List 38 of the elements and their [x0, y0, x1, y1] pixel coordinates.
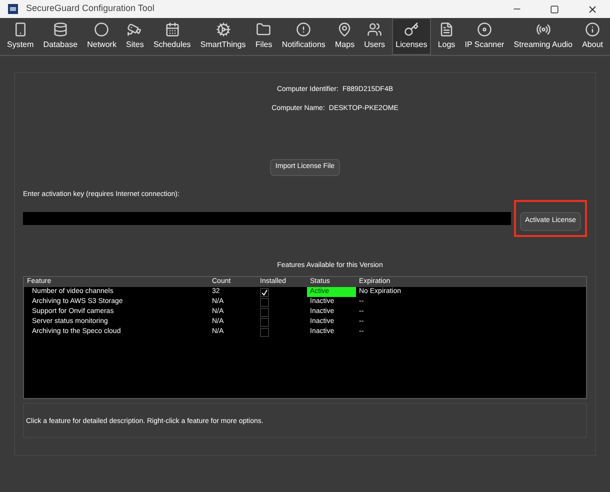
disc-icon [476, 22, 492, 37]
phone-icon [12, 22, 28, 37]
installed-checkbox[interactable] [260, 328, 269, 336]
toolbar-button[interactable]: Database [40, 18, 81, 55]
toolbar-button[interactable]: SmartThings [197, 18, 249, 55]
installed-checkbox[interactable] [260, 288, 269, 296]
toolbar-button[interactable]: System [4, 18, 37, 55]
app-logo-icon [8, 4, 18, 14]
camera-icon [127, 22, 142, 37]
toolbar-button[interactable]: Maps [332, 18, 358, 55]
calendar-icon [164, 22, 180, 37]
toolbar-button[interactable]: Licenses [392, 18, 432, 55]
activation-key-field[interactable] [23, 212, 512, 225]
broadcast-icon [536, 22, 551, 37]
map-pin-icon [337, 22, 352, 37]
users-icon [367, 22, 382, 37]
document-icon [438, 22, 454, 37]
toolbar-button[interactable]: About [579, 18, 606, 55]
toolbar-button[interactable]: Schedules [150, 18, 194, 55]
toolbar-button[interactable]: Users [361, 18, 388, 55]
key-icon [404, 22, 419, 37]
maximize-icon[interactable] [550, 4, 559, 14]
folder-icon [256, 22, 272, 37]
info-icon [585, 22, 600, 37]
installed-checkbox[interactable] [260, 308, 269, 316]
window-title: SecureGuard Configuration Tool [26, 2, 156, 16]
installed-checkbox[interactable] [260, 318, 269, 326]
toolbar-button[interactable]: IP Scanner [462, 18, 508, 55]
installed-checkbox[interactable] [260, 298, 269, 306]
toolbar-button[interactable]: Network [84, 18, 120, 55]
toolbar-button[interactable]: Sites [123, 18, 147, 55]
database-icon [52, 22, 68, 37]
toolbar-button[interactable]: Notifications [278, 18, 328, 55]
toolbar-button[interactable]: Streaming Audio [510, 18, 576, 55]
toolbar-button[interactable]: Files [252, 18, 276, 55]
alert-icon [296, 22, 312, 37]
close-icon[interactable] [587, 4, 598, 14]
toolbar-button[interactable]: Logs [434, 18, 458, 55]
